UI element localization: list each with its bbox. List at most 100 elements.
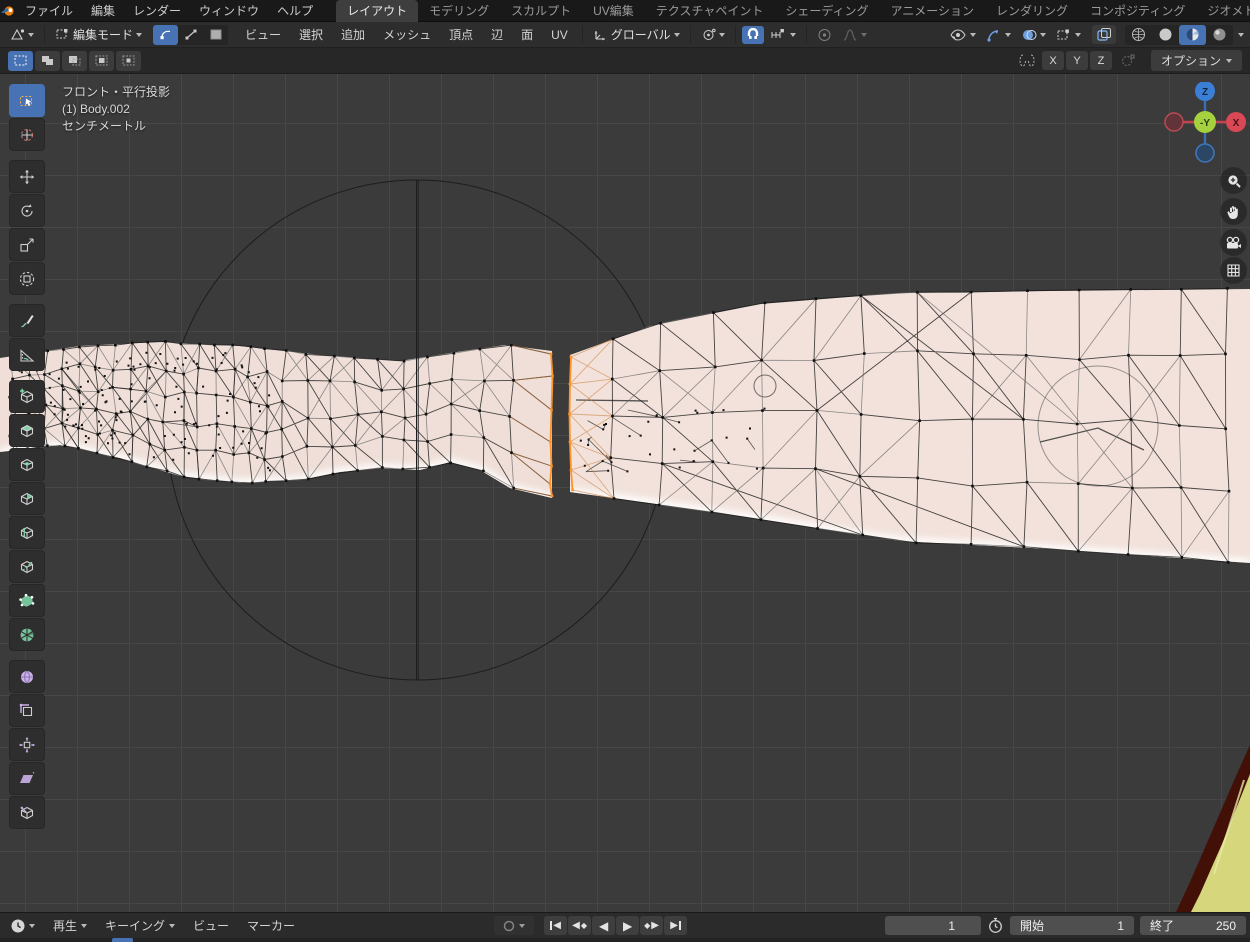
mirror-axis-y-button[interactable]: Y: [1066, 51, 1088, 70]
zoom-button[interactable]: [1220, 167, 1247, 194]
transform-orientation-dropdown[interactable]: グローバル: [589, 24, 684, 45]
frame-start-field[interactable]: 開始 1: [1010, 916, 1134, 935]
workspace-tab-compositing[interactable]: コンポジティング: [1079, 0, 1196, 22]
workspace-tab-texture-paint[interactable]: テクスチャペイント: [645, 0, 775, 22]
tool-shrink-fatten-button[interactable]: [9, 728, 45, 761]
show-overlays-toggle[interactable]: [1017, 26, 1050, 44]
workspace-tab-sculpting[interactable]: スカルプト: [500, 0, 582, 22]
menu-render[interactable]: レンダー: [124, 0, 190, 22]
pan-button[interactable]: [1220, 198, 1247, 225]
tool-knife-button[interactable]: [9, 550, 45, 583]
face-select-button[interactable]: [203, 25, 228, 45]
menu-file[interactable]: ファイル: [16, 0, 82, 22]
tool-select-box-button[interactable]: [9, 84, 45, 117]
tool-transform-button[interactable]: [9, 262, 45, 295]
menu-face[interactable]: 面: [512, 22, 542, 48]
current-frame-field[interactable]: 1: [885, 916, 981, 935]
workspace-tab-shading[interactable]: シェーディング: [774, 0, 879, 22]
workspace-tab-animation[interactable]: アニメーション: [880, 0, 986, 22]
show-gizmo-toggle[interactable]: [982, 26, 1015, 44]
menu-uv[interactable]: UV: [542, 22, 577, 48]
menu-edit[interactable]: 編集: [82, 0, 124, 22]
blender-logo-icon[interactable]: [0, 0, 16, 22]
menu-mesh[interactable]: メッシュ: [374, 22, 440, 48]
menu-select[interactable]: 選択: [290, 22, 332, 48]
timeline-strip[interactable]: [0, 938, 1250, 942]
timeline-menu-keying[interactable]: キーイング: [96, 913, 184, 939]
gizmo-minus-x-ball[interactable]: [1165, 113, 1183, 131]
options-dropdown[interactable]: オプション: [1151, 50, 1242, 71]
editor-type-dropdown[interactable]: [6, 26, 38, 43]
timeline-menu-playback[interactable]: 再生: [44, 913, 96, 939]
edge-select-button[interactable]: [178, 25, 203, 45]
tool-scale-button[interactable]: [9, 228, 45, 261]
prev-keyframe-button[interactable]: ◀◆: [568, 916, 591, 935]
tool-loop-cut-button[interactable]: [9, 516, 45, 549]
tool-rip-region-button[interactable]: [9, 796, 45, 829]
tool-inset-faces-button[interactable]: [9, 448, 45, 481]
timeline-editor-dropdown[interactable]: [6, 916, 39, 936]
3d-viewport[interactable]: フロント・平行投影 (1) Body.002 センチメートル Z X -Y: [0, 74, 1250, 912]
play-reverse-button[interactable]: ◀: [592, 916, 615, 935]
frame-end-field[interactable]: 終了 250: [1140, 916, 1246, 935]
mesh-edit-overlay-dropdown[interactable]: [1052, 26, 1085, 44]
snap-target-dropdown[interactable]: [766, 26, 800, 43]
shading-wireframe-button[interactable]: [1125, 25, 1152, 45]
menu-vertex[interactable]: 頂点: [440, 22, 482, 48]
tool-edge-slide-button[interactable]: [9, 694, 45, 727]
workspace-tab-rendering[interactable]: レンダリング: [985, 0, 1079, 22]
timeline-menu-marker[interactable]: マーカー: [238, 913, 304, 939]
tool-cursor-button[interactable]: [9, 118, 45, 151]
tool-annotate-button[interactable]: [9, 304, 45, 337]
camera-view-button[interactable]: [1220, 229, 1247, 256]
xray-toggle-button[interactable]: [1092, 25, 1116, 44]
playhead-marker[interactable]: [112, 938, 133, 942]
stopwatch-icon[interactable]: [987, 917, 1004, 934]
shading-dropdown-chevron[interactable]: [1238, 33, 1244, 40]
workspace-tab-layout[interactable]: レイアウト: [336, 0, 418, 22]
jump-to-start-button[interactable]: ◀: [544, 916, 567, 935]
timeline-menu-view[interactable]: ビュー: [184, 913, 238, 939]
shading-rendered-button[interactable]: [1206, 25, 1233, 45]
shading-material-button[interactable]: [1179, 25, 1206, 45]
gizmo-minus-z-ball[interactable]: [1196, 144, 1214, 162]
snap-base-icon[interactable]: [1119, 53, 1137, 68]
proportional-falloff-dropdown[interactable]: [838, 26, 871, 44]
tool-add-cube-button[interactable]: [9, 380, 45, 413]
select-mode-invert-button[interactable]: [89, 51, 114, 71]
mode-dropdown[interactable]: 編集モード: [51, 24, 146, 45]
select-mode-intersect-button[interactable]: [116, 51, 141, 71]
tool-bevel-button[interactable]: [9, 482, 45, 515]
menu-view[interactable]: ビュー: [236, 22, 290, 48]
jump-to-end-button[interactable]: ▶: [664, 916, 687, 935]
proportional-editing-button[interactable]: [813, 26, 836, 44]
workspace-tab-geometry-nodes[interactable]: ジオメトリノード: [1196, 0, 1250, 22]
navigation-gizmo[interactable]: Z X -Y: [1161, 82, 1249, 170]
menu-add[interactable]: 追加: [332, 22, 374, 48]
next-keyframe-button[interactable]: ◆▶: [640, 916, 663, 935]
select-mode-set-button[interactable]: [8, 51, 33, 71]
pivot-point-dropdown[interactable]: [697, 26, 729, 44]
menu-window[interactable]: ウィンドウ: [190, 0, 268, 22]
tool-poly-build-button[interactable]: [9, 584, 45, 617]
tool-rotate-button[interactable]: [9, 194, 45, 227]
shading-solid-button[interactable]: [1152, 25, 1179, 45]
workspace-tab-modeling[interactable]: モデリング: [418, 0, 500, 22]
select-mode-subtract-button[interactable]: [62, 51, 87, 71]
tool-measure-button[interactable]: [9, 338, 45, 371]
show-object-types-dropdown[interactable]: [945, 26, 980, 44]
vertex-select-button[interactable]: [153, 25, 178, 45]
mirror-axis-x-button[interactable]: X: [1042, 51, 1064, 70]
tool-spin-button[interactable]: [9, 618, 45, 651]
menu-edge[interactable]: 辺: [482, 22, 512, 48]
auto-keying-button[interactable]: [494, 916, 534, 935]
tool-smooth-button[interactable]: [9, 660, 45, 693]
workspace-tab-uv-editing[interactable]: UV編集: [582, 0, 645, 22]
tool-extrude-region-button[interactable]: [9, 414, 45, 447]
mirror-axis-z-button[interactable]: Z: [1090, 51, 1112, 70]
snap-toggle-button[interactable]: [742, 26, 764, 44]
perspective-toggle-button[interactable]: [1220, 257, 1247, 284]
select-mode-extend-button[interactable]: [35, 51, 60, 71]
tool-shear-button[interactable]: [9, 762, 45, 795]
menu-help[interactable]: ヘルプ: [268, 0, 322, 22]
